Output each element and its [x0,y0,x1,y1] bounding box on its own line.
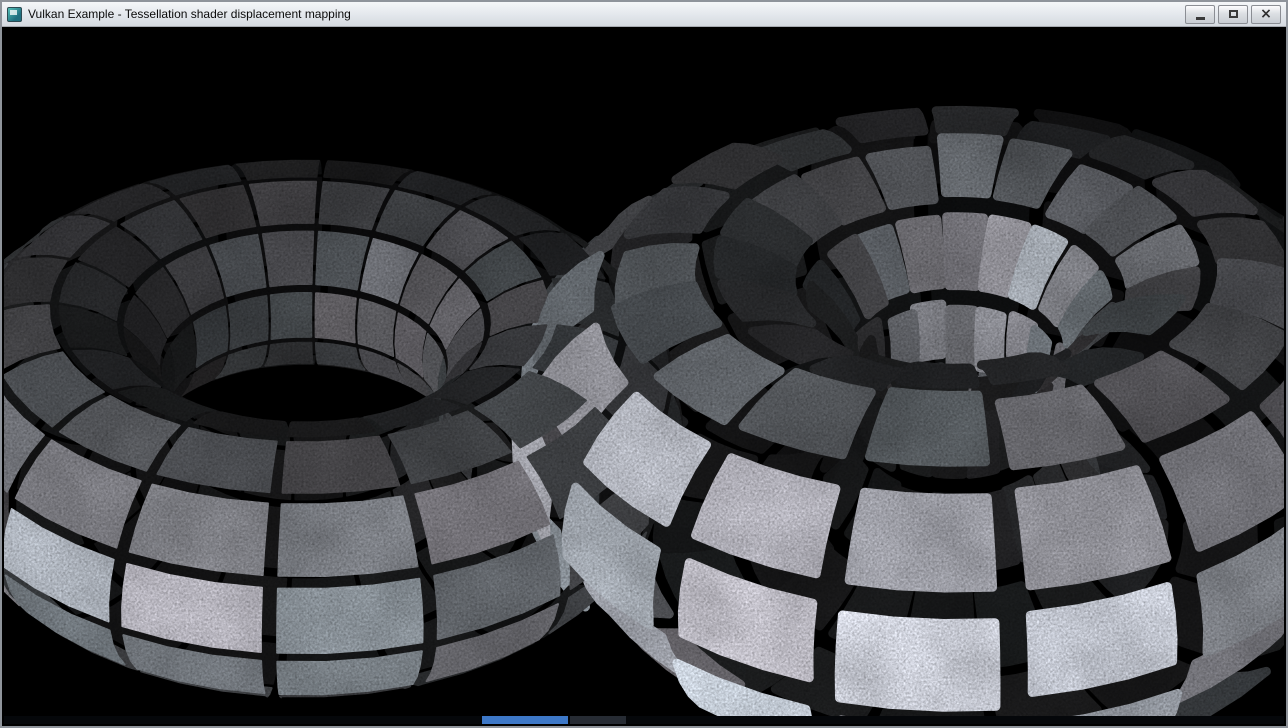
render-viewport[interactable] [4,28,1284,719]
close-button[interactable]: × [1251,5,1281,24]
torus-tile [250,182,316,226]
torus-tile [229,296,268,349]
titlebar[interactable]: Vulkan Example - Tessellation shader dis… [2,2,1286,27]
viewport-canvas[interactable] [4,28,1284,719]
torus-tile [839,615,996,707]
torus-tile [277,579,422,653]
maximize-icon [1229,10,1238,18]
torus-tile [900,366,976,384]
torus-tile [278,496,417,576]
torus-tile [237,161,319,180]
taskbar-item[interactable] [570,716,626,724]
torus-tile [283,437,400,493]
minimize-button[interactable] [1185,5,1215,24]
torus-tile [941,138,999,194]
window-title: Vulkan Example - Tessellation shader dis… [28,7,351,21]
taskbar-strip[interactable] [4,716,1284,724]
torus-tile [947,217,984,287]
minimize-icon [1196,17,1205,20]
torus-tile [840,112,924,138]
torus-tile [936,110,1014,131]
app-window: Vulkan Example - Tessellation shader dis… [0,0,1288,728]
maximize-button[interactable] [1218,5,1248,24]
taskbar-item[interactable] [482,716,568,724]
close-icon: × [1260,7,1272,21]
torus-tile [950,309,974,366]
app-icon[interactable] [7,7,22,22]
torus-tile [263,232,313,287]
torus-tile [870,392,986,463]
torus-tile [849,492,992,588]
torus-tile [271,293,312,339]
window-controls: × [1182,5,1281,24]
torus-tile [1019,470,1167,586]
tori-render [4,110,1284,719]
torus-tile [316,293,356,342]
torus-tile [265,343,312,366]
